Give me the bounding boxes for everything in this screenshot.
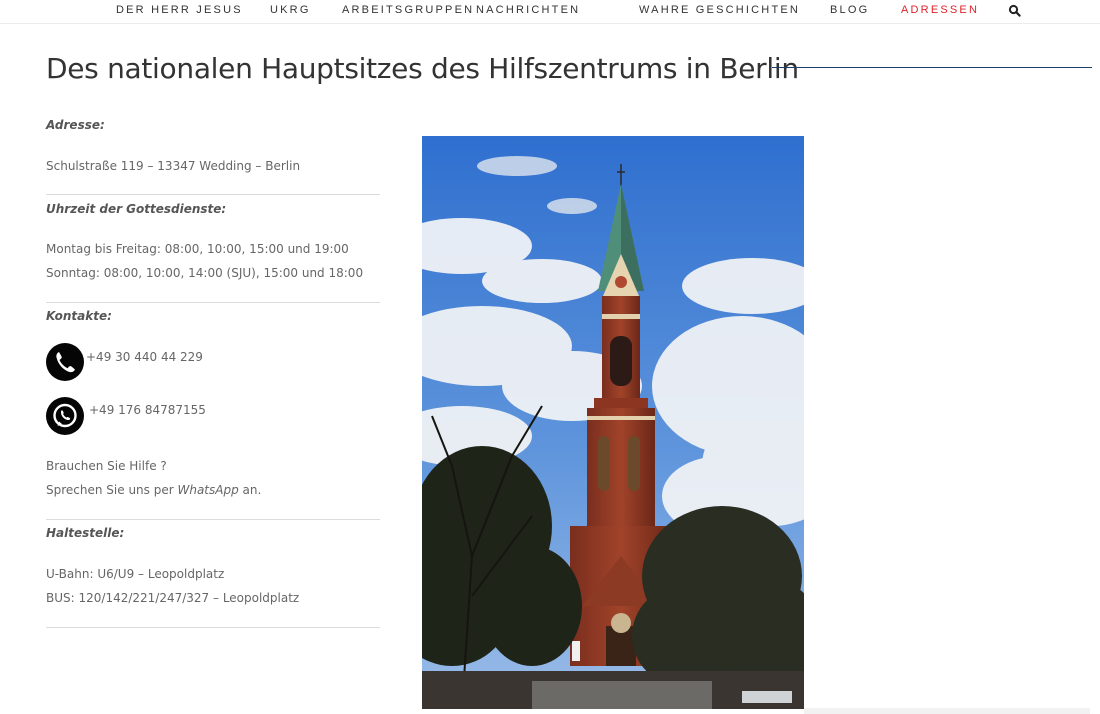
nav-item-ukrg[interactable]: UKRG (270, 4, 311, 16)
nav-item-adressen[interactable]: ADRESSEN (901, 4, 979, 16)
phone-icon[interactable] (46, 343, 84, 381)
title-divider (772, 67, 1092, 68)
help-text-line2: Sprechen Sie uns per WhatsApp an. (46, 483, 261, 497)
section-divider (46, 627, 380, 628)
page-title: Des nationalen Hauptsitzes des Hilfszent… (46, 52, 799, 85)
services-weekdays: Montag bis Freitag: 08:00, 10:00, 15:00 … (46, 242, 349, 256)
nav-item-blog[interactable]: BLOG (830, 4, 869, 16)
contacts-heading: Kontakte: (46, 309, 112, 323)
whatsapp-icon[interactable] (46, 397, 84, 435)
address-text: Schulstraße 119 – 13347 Wedding – Berlin (46, 159, 301, 173)
help-text-prefix: Sprechen Sie uns per (46, 483, 178, 497)
nav-item-wahre-geschichten[interactable]: WAHRE GESCHICHTEN (639, 4, 800, 16)
address-heading: Adresse: (46, 118, 105, 132)
whatsapp-link-text: WhatsApp (177, 483, 239, 497)
transit-ubahn: U-Bahn: U6/U9 – Leopoldplatz (46, 567, 225, 581)
help-text-line1: Brauchen Sie Hilfe ? (46, 459, 167, 473)
help-text-suffix: an. (238, 483, 262, 497)
services-sunday: Sonntag: 08:00, 10:00, 14:00 (SJU), 15:0… (46, 266, 364, 280)
section-divider (46, 519, 380, 520)
whatsapp-number[interactable]: +49 176 84787155 (89, 403, 206, 417)
footer-strip (804, 708, 1090, 714)
transit-heading: Haltestelle: (46, 526, 125, 540)
nav-item-nachrichten[interactable]: NACHRICHTEN (476, 4, 580, 16)
search-icon[interactable] (1008, 4, 1022, 18)
services-heading: Uhrzeit der Gottesdienste: (46, 202, 227, 216)
nav-item-arbeitsgruppen[interactable]: ARBEITSGRUPPEN (342, 4, 474, 16)
nav-list: DER HERR JESUS UKRG ARBEITSGRUPPEN NACHR… (0, 4, 1100, 18)
section-divider (46, 302, 380, 303)
nav-item-der-herr-jesus[interactable]: DER HERR JESUS (116, 4, 243, 16)
phone-number[interactable]: +49 30 440 44 229 (86, 350, 203, 364)
section-divider (46, 194, 380, 195)
church-photo (422, 136, 804, 709)
main-navigation: DER HERR JESUS UKRG ARBEITSGRUPPEN NACHR… (0, 0, 1100, 24)
transit-bus: BUS: 120/142/221/247/327 – Leopoldplatz (46, 591, 300, 605)
